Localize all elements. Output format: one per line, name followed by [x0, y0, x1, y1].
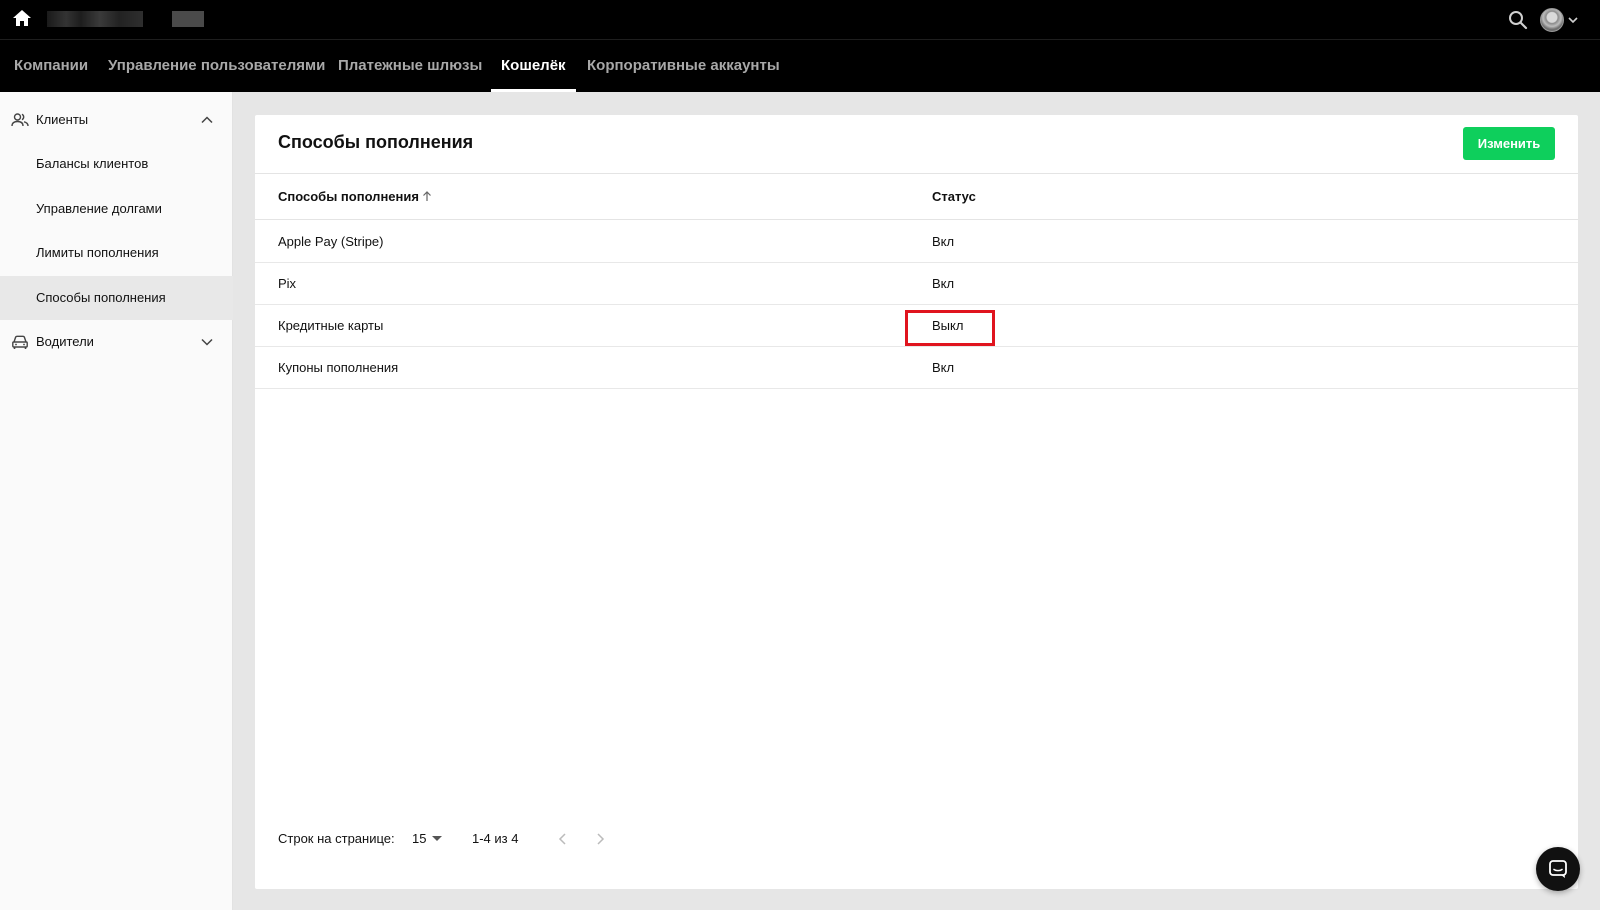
table-row[interactable]: Купоны пополнения Вкл	[255, 347, 1578, 389]
cell-method: Купоны пополнения	[278, 360, 399, 375]
page-title: Способы пополнения	[278, 132, 474, 152]
tab-corporate-accounts[interactable]: Корпоративные аккаунты	[587, 40, 780, 92]
edit-button[interactable]: Изменить	[1463, 127, 1555, 160]
topup-methods-card: Способы пополнения Изменить Способы попо…	[255, 115, 1578, 889]
users-icon	[11, 113, 29, 127]
tab-wallet[interactable]: Кошелёк	[501, 40, 566, 92]
top-bar	[0, 0, 1600, 40]
chat-icon	[1549, 860, 1567, 878]
car-icon	[12, 335, 28, 349]
table-row[interactable]: Pix Вкл	[255, 263, 1578, 305]
table-header: Способы пополнения Статус	[255, 174, 1578, 220]
cell-method: Pix	[278, 276, 297, 291]
sidebar-item-topup-limits[interactable]: Лимиты пополнения	[0, 231, 233, 275]
rows-per-page-label: Строк на странице:	[278, 831, 395, 846]
sidebar-item-topup-methods[interactable]: Способы пополнения	[0, 276, 233, 320]
table-row[interactable]: Apple Pay (Stripe) Вкл	[255, 221, 1578, 263]
cell-status: Выкл	[932, 318, 964, 333]
main-nav: Компании Управление пользователями Плате…	[0, 40, 1600, 92]
user-menu[interactable]	[1540, 6, 1579, 34]
cell-status: Вкл	[932, 234, 955, 249]
chevron-right-icon[interactable]	[591, 830, 609, 848]
sidebar: Клиенты Балансы клиентов Управление долг…	[0, 92, 233, 910]
sidebar-group-label: Клиенты	[36, 112, 89, 127]
avatar	[1540, 8, 1564, 32]
brand-logo-blurred	[47, 11, 143, 27]
tab-companies[interactable]: Компании	[14, 40, 88, 92]
tab-payment-gateways[interactable]: Платежные шлюзы	[338, 40, 482, 92]
sidebar-group-drivers[interactable]: Водители	[0, 320, 233, 364]
search-icon	[1509, 11, 1528, 30]
chat-button[interactable]	[1536, 847, 1580, 891]
column-header-label: Способы пополнения	[278, 189, 419, 204]
sidebar-group-label: Водители	[36, 334, 94, 349]
table-row[interactable]: Кредитные карты Выкл	[255, 305, 1578, 347]
chevron-down-icon	[1568, 17, 1578, 24]
chevron-down-icon	[201, 338, 213, 346]
sort-arrow-up-icon	[423, 191, 431, 201]
page-range: 1-4 из 4	[472, 831, 519, 846]
cell-status: Вкл	[932, 276, 955, 291]
column-header-status: Статус	[932, 189, 976, 204]
sidebar-item-client-balances[interactable]: Балансы клиентов	[0, 142, 233, 186]
cell-status: Вкл	[932, 360, 955, 375]
chevron-up-icon	[201, 116, 213, 124]
search-button[interactable]	[1506, 8, 1530, 32]
dropdown-caret-icon	[432, 836, 442, 841]
active-tab-indicator	[491, 89, 576, 92]
rows-per-page-select[interactable]: 15	[412, 824, 426, 854]
column-header-method[interactable]: Способы пополнения	[278, 174, 433, 220]
brand-tag-blurred	[172, 11, 204, 27]
home-icon	[13, 10, 31, 26]
sidebar-group-clients[interactable]: Клиенты	[0, 98, 233, 142]
home-button[interactable]	[11, 8, 33, 28]
cell-method: Apple Pay (Stripe)	[278, 234, 384, 249]
sidebar-item-debt-management[interactable]: Управление долгами	[0, 187, 233, 231]
pagination: Строк на странице: 15 1-4 из 4	[278, 824, 678, 854]
chevron-left-icon[interactable]	[554, 830, 572, 848]
tab-user-management[interactable]: Управление пользователями	[108, 40, 325, 92]
cell-method: Кредитные карты	[278, 318, 384, 333]
